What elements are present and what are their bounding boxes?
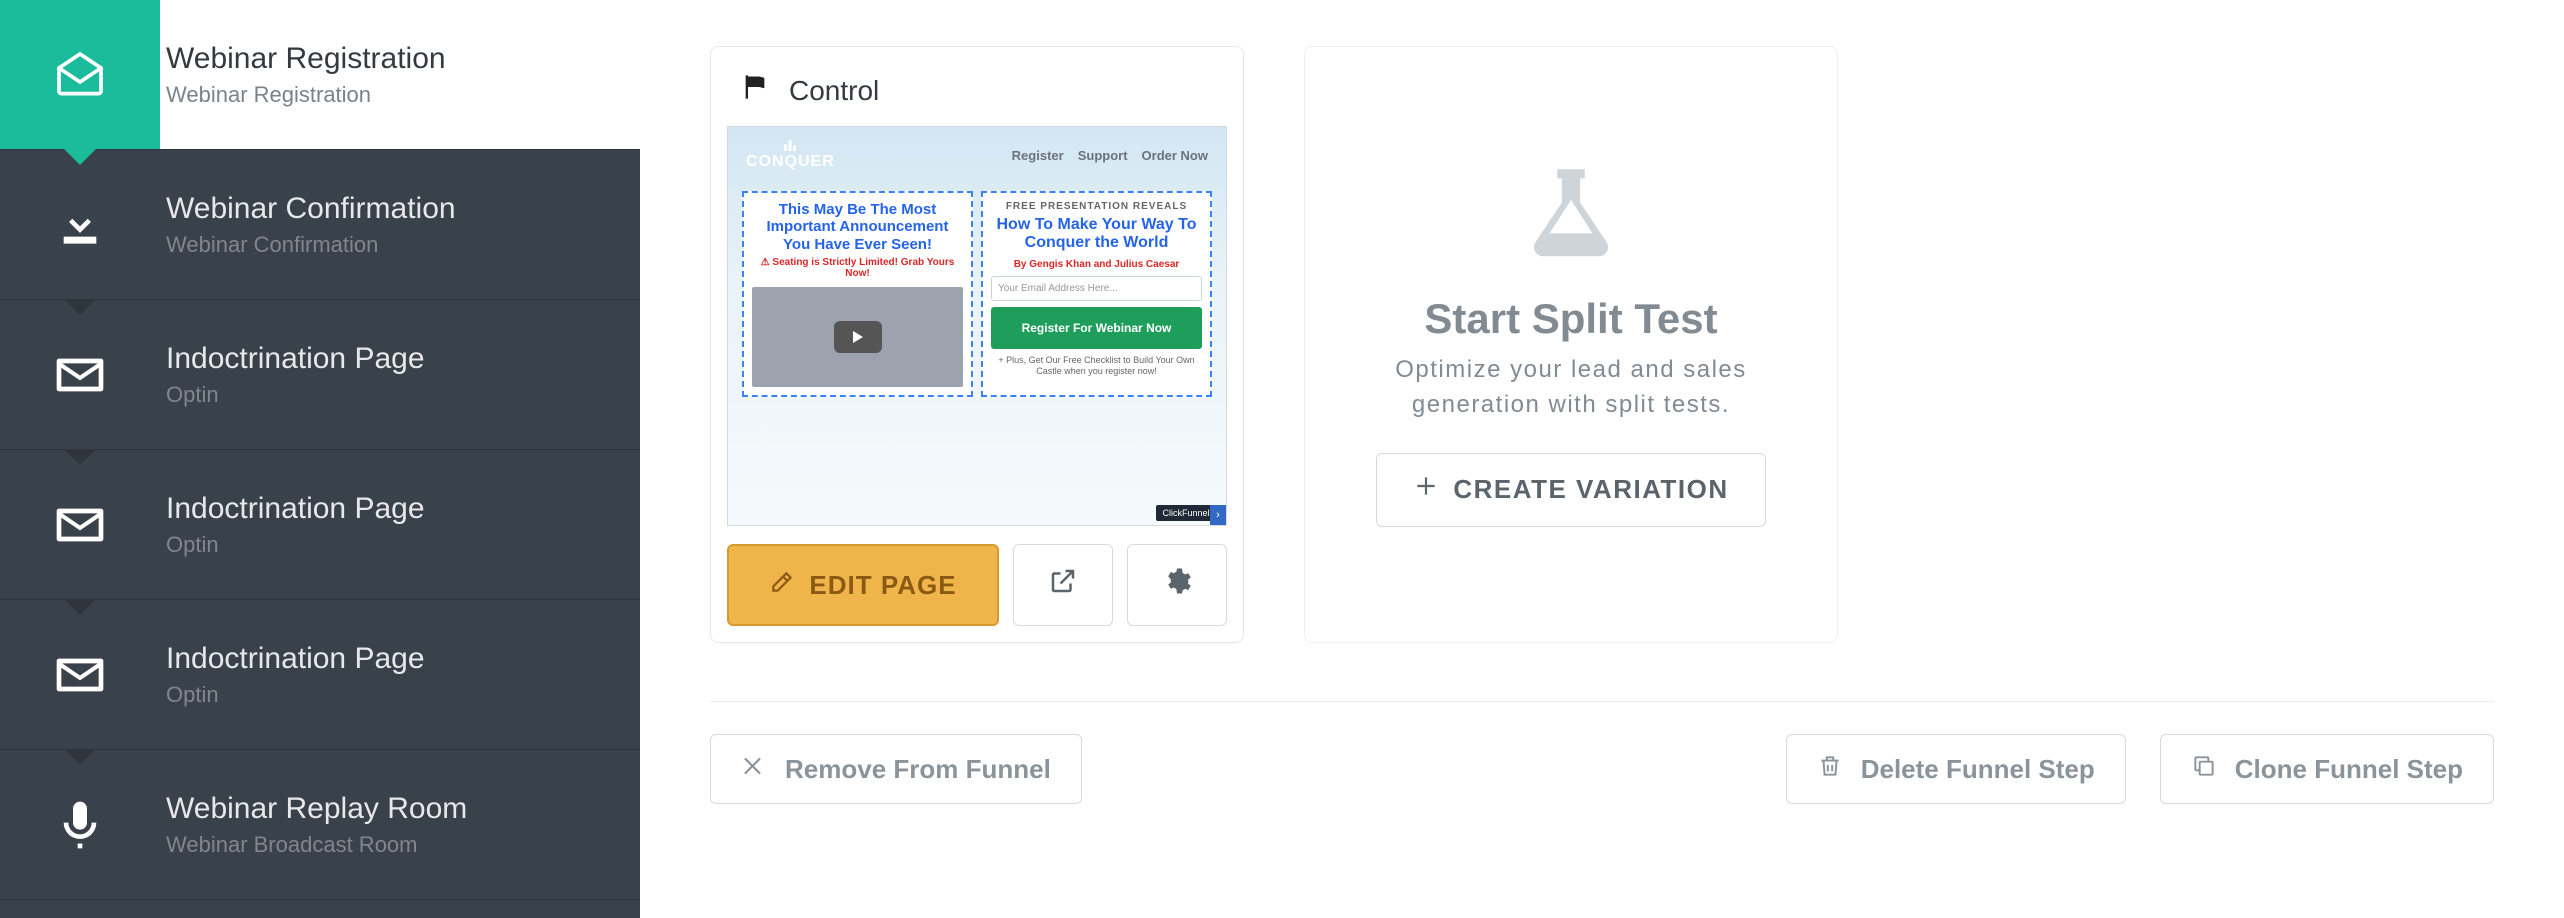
preview-video-placeholder [752, 287, 963, 387]
delete-label: Delete Funnel Step [1861, 754, 2095, 785]
envelope-icon [0, 600, 160, 749]
flask-icon [1516, 160, 1626, 275]
remove-from-funnel-button[interactable]: Remove From Funnel [710, 734, 1082, 804]
control-label: Control [789, 75, 879, 107]
microphone-icon [0, 750, 160, 899]
chevron-down-icon [64, 149, 96, 165]
sidebar-item-sub: Optin [166, 382, 622, 408]
control-variant-card: Control CONQUER Register Support Order N… [710, 46, 1244, 643]
split-test-desc: Optimize your lead and sales generation … [1339, 353, 1803, 423]
envelope-icon [0, 300, 160, 449]
sidebar-item-webinar-replay[interactable]: Webinar Replay Room Webinar Broadcast Ro… [0, 750, 640, 900]
sidebar-item-sub: Optin [166, 682, 622, 708]
split-test-title: Start Split Test [1424, 295, 1717, 343]
remove-label: Remove From Funnel [785, 754, 1051, 785]
preview-logo: CONQUER [746, 139, 835, 171]
plus-icon [1413, 473, 1439, 506]
separator-arrow-icon [64, 599, 96, 615]
sidebar: Webinar Registration Webinar Registratio… [0, 0, 640, 918]
delete-funnel-step-button[interactable]: Delete Funnel Step [1786, 734, 2126, 804]
sidebar-item-title: Indoctrination Page [166, 342, 622, 376]
sidebar-item-indoctrination-2[interactable]: Indoctrination Page Optin [0, 450, 640, 600]
sidebar-item-title: Webinar Confirmation [166, 192, 622, 226]
section-divider [710, 701, 2494, 702]
close-icon [741, 753, 767, 786]
sidebar-item-sub: Webinar Confirmation [166, 232, 622, 258]
trash-icon [1817, 753, 1843, 786]
flag-icon [741, 73, 769, 108]
page-preview[interactable]: CONQUER Register Support Order Now This … [727, 126, 1227, 526]
sidebar-item-title: Indoctrination Page [166, 492, 622, 526]
open-external-button[interactable] [1013, 544, 1113, 626]
sidebar-item-title: Webinar Registration [166, 42, 622, 76]
separator-arrow-icon [64, 749, 96, 765]
separator-arrow-icon [64, 449, 96, 465]
settings-button[interactable] [1127, 544, 1227, 626]
main-content: Control CONQUER Register Support Order N… [640, 0, 2564, 918]
envelope-open-icon [0, 0, 160, 149]
sidebar-item-indoctrination-3[interactable]: Indoctrination Page Optin [0, 600, 640, 750]
preview-right-col: FREE PRESENTATION REVEALS How To Make Yo… [981, 191, 1212, 397]
sidebar-item-sub: Webinar Registration [166, 82, 622, 108]
copy-icon [2191, 753, 2217, 786]
download-icon [0, 150, 160, 299]
preview-next-icon: › [1210, 505, 1226, 525]
edit-icon [769, 569, 795, 602]
sidebar-item-webinar-confirmation[interactable]: Webinar Confirmation Webinar Confirmatio… [0, 150, 640, 300]
external-link-icon [1048, 566, 1078, 604]
preview-left-col: This May Be The Most Important Announcem… [742, 191, 973, 397]
preview-nav: Register Support Order Now [1012, 148, 1208, 163]
sidebar-item-sub: Webinar Broadcast Room [166, 832, 622, 858]
sidebar-item-indoctrination-1[interactable]: Indoctrination Page Optin [0, 300, 640, 450]
create-variation-label: CREATE VARIATION [1453, 474, 1728, 505]
envelope-icon [0, 450, 160, 599]
footer-actions: Remove From Funnel Delete Funnel Step Cl… [710, 734, 2494, 804]
sidebar-item-sub: Optin [166, 532, 622, 558]
separator-arrow-icon [64, 299, 96, 315]
sidebar-item-webinar-registration[interactable]: Webinar Registration Webinar Registratio… [0, 0, 640, 150]
sidebar-item-title: Indoctrination Page [166, 642, 622, 676]
create-variation-button[interactable]: CREATE VARIATION [1376, 453, 1765, 527]
clone-label: Clone Funnel Step [2235, 754, 2463, 785]
split-test-card: Start Split Test Optimize your lead and … [1304, 46, 1838, 643]
gear-icon [1162, 566, 1192, 604]
edit-page-button[interactable]: EDIT PAGE [727, 544, 999, 626]
sidebar-item-title: Webinar Replay Room [166, 792, 622, 826]
clone-funnel-step-button[interactable]: Clone Funnel Step [2160, 734, 2494, 804]
edit-page-label: EDIT PAGE [809, 570, 956, 601]
